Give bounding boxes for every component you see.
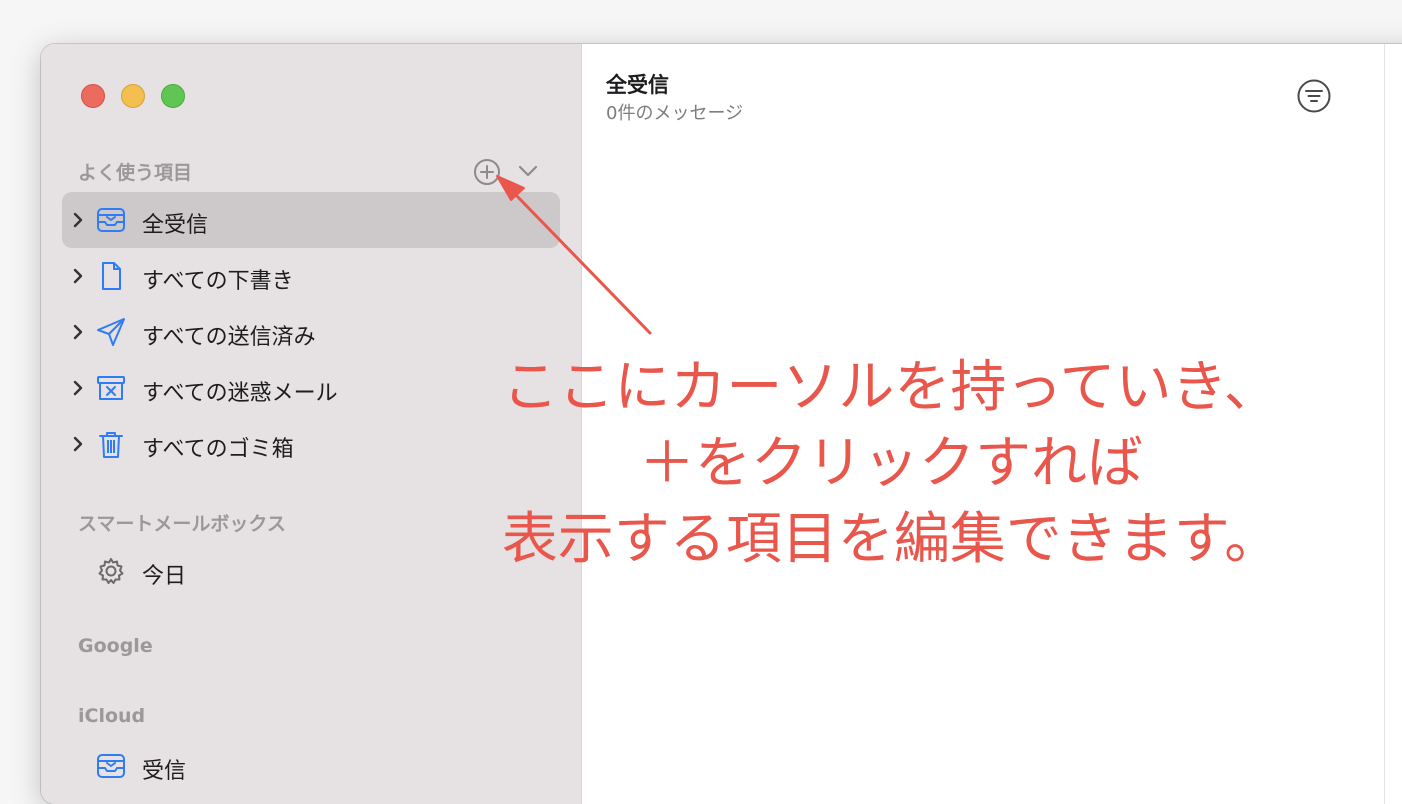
annotation-line: 表示する項目を編集できます。: [501, 507, 1281, 572]
annotation-line: ＋をクリックすれば: [639, 431, 1143, 496]
gear-icon: [98, 558, 124, 584]
favorite-item-label: 全受信: [142, 213, 209, 238]
icloud-inbox[interactable]: 受信: [62, 738, 560, 794]
mailbox-title: 全受信: [606, 73, 669, 97]
trash-icon: [99, 432, 123, 458]
add-favorite-icon[interactable]: [473, 158, 501, 186]
tray-icon: [97, 208, 125, 232]
icloud-inbox-label: 受信: [142, 759, 187, 784]
favorite-item-all-inboxes[interactable]: 全受信: [62, 192, 560, 248]
smart-mailbox-label: 今日: [142, 564, 187, 589]
filter-icon[interactable]: [1296, 78, 1332, 114]
annotation-text: ここにカーソルを持っていき、 ＋をクリックすれば 表示する項目を編集できます。: [440, 350, 1342, 578]
chevron-right-icon[interactable]: [72, 267, 84, 285]
favorite-item-all-drafts[interactable]: すべての下書き: [62, 248, 560, 304]
favorite-item-label: すべてのゴミ箱: [142, 437, 294, 462]
favorite-item-label: すべての送信済み: [142, 325, 316, 350]
annotation-line: ここにカーソルを持っていき、: [502, 355, 1280, 420]
tray-icon: [97, 754, 125, 778]
favorite-item-label: すべての下書き: [142, 269, 294, 294]
chevron-right-icon[interactable]: [72, 211, 84, 229]
icloud-account-header[interactable]: iCloud: [78, 705, 145, 727]
favorites-header: よく使う項目: [78, 162, 193, 184]
minimize-window-button[interactable]: [121, 84, 145, 108]
message-count: 0件のメッセージ: [606, 103, 744, 124]
chevron-right-icon[interactable]: [72, 435, 84, 453]
google-account-header[interactable]: Google: [78, 635, 153, 657]
chevron-right-icon[interactable]: [72, 323, 84, 341]
favorite-item-label: すべての迷惑メール: [142, 381, 338, 406]
zoom-window-button[interactable]: [161, 84, 185, 108]
pane-divider: [1384, 44, 1385, 804]
paper-plane-icon: [97, 318, 125, 346]
chevron-right-icon[interactable]: [72, 379, 84, 397]
chevron-down-icon[interactable]: [517, 162, 539, 180]
document-icon: [102, 262, 121, 290]
junk-icon: [97, 376, 125, 400]
close-window-button[interactable]: [81, 84, 105, 108]
smart-mailboxes-header: スマートメールボックス: [78, 513, 286, 535]
